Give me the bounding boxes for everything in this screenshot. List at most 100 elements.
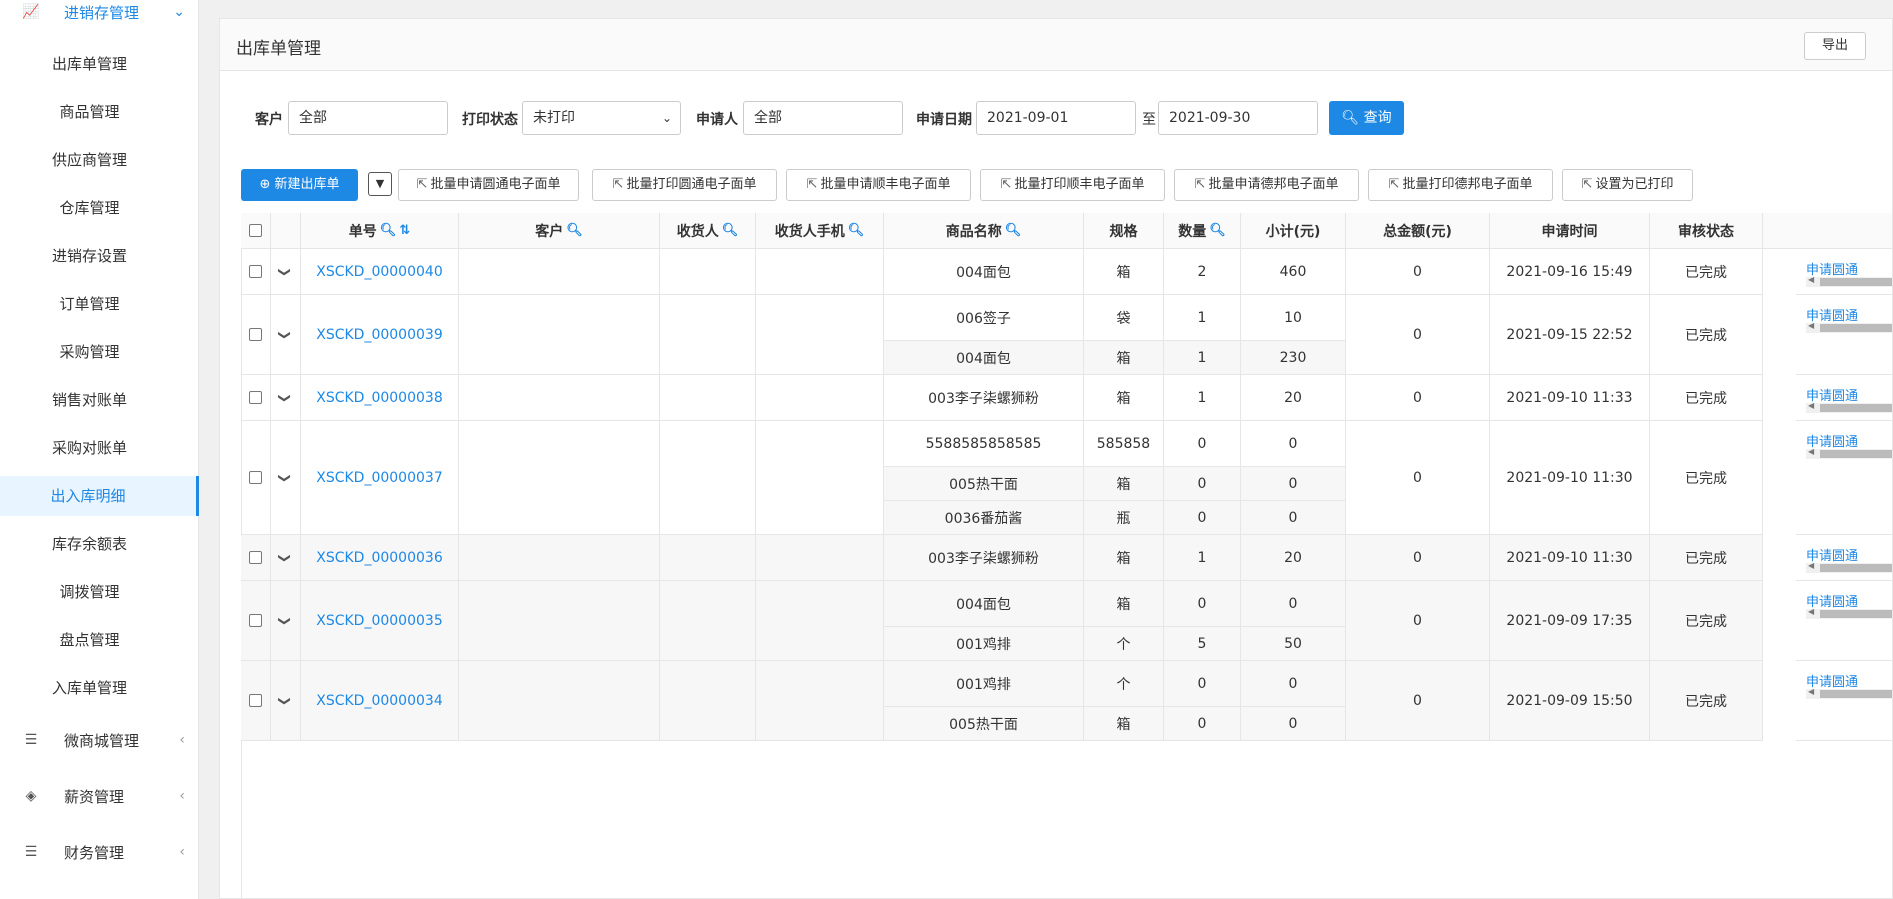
menu-group-salary[interactable]: ◈ 薪资管理 ‹ bbox=[0, 776, 199, 816]
scroll-left-arrow-icon[interactable]: ◀ bbox=[1808, 607, 1814, 616]
row-checkbox[interactable] bbox=[249, 551, 262, 564]
scroll-left-arrow-icon[interactable]: ◀ bbox=[1808, 447, 1814, 456]
horizontal-scrollbar[interactable]: ◀ bbox=[1806, 321, 1892, 333]
search-icon[interactable]: 🔍︎ bbox=[848, 223, 865, 238]
sidebar-item[interactable]: 进销存设置 bbox=[0, 236, 199, 276]
row-checkbox[interactable] bbox=[249, 328, 262, 341]
row-expand-cell[interactable]: ❯ bbox=[271, 421, 301, 535]
batch-action-button[interactable]: ⇱ 批量申请顺丰电子面单 bbox=[786, 169, 971, 201]
sidebar-item[interactable]: 盘点管理 bbox=[0, 620, 199, 660]
horizontal-scrollbar[interactable]: ◀ bbox=[1806, 687, 1892, 699]
row-checkbox[interactable] bbox=[249, 694, 262, 707]
batch-action-button[interactable]: ⇱ 批量打印德邦电子面单 bbox=[1368, 169, 1553, 201]
sort-icon[interactable]: ⇅ bbox=[399, 223, 410, 238]
customer-filter-input[interactable]: 全部 bbox=[288, 101, 448, 135]
print-status-select[interactable]: 未打印 ⌄ bbox=[522, 101, 681, 135]
chevron-down-icon[interactable]: ❯ bbox=[279, 472, 293, 482]
chevron-down-icon[interactable]: ❯ bbox=[279, 266, 293, 276]
search-icon[interactable]: 🔍︎ bbox=[566, 223, 583, 238]
horizontal-scrollbar[interactable]: ◀ bbox=[1806, 447, 1892, 459]
scrollbar-thumb[interactable] bbox=[1820, 610, 1892, 618]
row-checkbox[interactable] bbox=[249, 614, 262, 627]
sidebar-item[interactable]: 采购对账单 bbox=[0, 428, 199, 468]
select-all-checkbox[interactable] bbox=[241, 213, 271, 249]
menu-group-inventory[interactable]: 📈 进销存管理 ⌄ bbox=[0, 0, 199, 32]
search-icon[interactable]: 🔍︎ bbox=[1209, 223, 1226, 238]
column-header[interactable]: 数量 🔍︎ bbox=[1164, 213, 1241, 249]
row-checkbox-cell[interactable] bbox=[241, 375, 271, 421]
checkbox-box[interactable] bbox=[249, 224, 262, 237]
row-checkbox-cell[interactable] bbox=[241, 535, 271, 581]
scroll-left-arrow-icon[interactable]: ◀ bbox=[1808, 275, 1814, 284]
sidebar-item[interactable]: 调拨管理 bbox=[0, 572, 199, 612]
order-number-link[interactable]: XSCKD_00000037 bbox=[301, 421, 459, 535]
batch-action-button[interactable]: ⇱ 批量打印圆通电子面单 bbox=[592, 169, 777, 201]
batch-action-button[interactable]: ⇱ 设置为已打印 bbox=[1562, 169, 1693, 201]
row-expand-cell[interactable]: ❯ bbox=[271, 249, 301, 295]
horizontal-scrollbar[interactable]: ◀ bbox=[1806, 275, 1892, 287]
search-icon[interactable]: 🔍︎ bbox=[1005, 223, 1022, 238]
scrollbar-thumb[interactable] bbox=[1820, 564, 1892, 572]
sidebar-item[interactable]: 出入库明细 bbox=[0, 476, 199, 516]
horizontal-scrollbar[interactable]: ◀ bbox=[1806, 401, 1892, 413]
order-number-link[interactable]: XSCKD_00000036 bbox=[301, 535, 459, 581]
column-header[interactable]: 商品名称 🔍︎ bbox=[884, 213, 1084, 249]
sidebar-item[interactable]: 商品管理 bbox=[0, 92, 199, 132]
search-icon[interactable]: 🔍︎ bbox=[380, 223, 397, 238]
batch-action-button[interactable]: ⇱ 批量打印顺丰电子面单 bbox=[980, 169, 1165, 201]
horizontal-scrollbar[interactable]: ◀ bbox=[1806, 607, 1892, 619]
row-expand-cell[interactable]: ❯ bbox=[271, 581, 301, 661]
order-number-link[interactable]: XSCKD_00000040 bbox=[301, 249, 459, 295]
new-outbound-button[interactable]: ⊕ 新建出库单 bbox=[241, 169, 358, 201]
chevron-down-icon[interactable]: ❯ bbox=[279, 392, 293, 402]
sidebar-item[interactable]: 供应商管理 bbox=[0, 140, 199, 180]
search-icon[interactable]: 🔍︎ bbox=[722, 223, 739, 238]
scroll-left-arrow-icon[interactable]: ◀ bbox=[1808, 687, 1814, 696]
column-header[interactable]: 收货人手机 🔍︎ bbox=[756, 213, 884, 249]
date-to-input[interactable]: 2021-09-30 bbox=[1158, 101, 1318, 135]
scroll-left-arrow-icon[interactable]: ◀ bbox=[1808, 401, 1814, 410]
row-expand-cell[interactable]: ❯ bbox=[271, 295, 301, 375]
chevron-down-icon[interactable]: ❯ bbox=[279, 552, 293, 562]
scrollbar-thumb[interactable] bbox=[1820, 404, 1892, 412]
scrollbar-thumb[interactable] bbox=[1820, 324, 1892, 332]
scrollbar-thumb[interactable] bbox=[1820, 450, 1892, 458]
row-checkbox-cell[interactable] bbox=[241, 661, 271, 741]
row-checkbox[interactable] bbox=[249, 265, 262, 278]
chevron-down-icon[interactable]: ❯ bbox=[279, 695, 293, 705]
column-header[interactable]: 客户 🔍︎ bbox=[459, 213, 660, 249]
menu-group-finance[interactable]: ☰ 财务管理 ‹ bbox=[0, 832, 199, 872]
row-checkbox-cell[interactable] bbox=[241, 295, 271, 375]
sidebar-item[interactable]: 销售对账单 bbox=[0, 380, 199, 420]
sidebar-item[interactable]: 库存余额表 bbox=[0, 524, 199, 564]
date-from-input[interactable]: 2021-09-01 bbox=[976, 101, 1136, 135]
scroll-left-arrow-icon[interactable]: ◀ bbox=[1808, 321, 1814, 330]
more-dropdown-button[interactable]: ▼ bbox=[368, 172, 392, 196]
column-header[interactable]: 收货人 🔍︎ bbox=[660, 213, 756, 249]
row-checkbox-cell[interactable] bbox=[241, 249, 271, 295]
column-header[interactable]: 单号 🔍︎ ⇅ bbox=[301, 213, 459, 249]
row-expand-cell[interactable]: ❯ bbox=[271, 535, 301, 581]
scrollbar-thumb[interactable] bbox=[1820, 278, 1892, 286]
horizontal-scrollbar[interactable]: ◀ bbox=[1806, 561, 1892, 573]
sidebar-item[interactable]: 仓库管理 bbox=[0, 188, 199, 228]
row-checkbox-cell[interactable] bbox=[241, 581, 271, 661]
row-expand-cell[interactable]: ❯ bbox=[271, 375, 301, 421]
chevron-down-icon[interactable]: ❯ bbox=[279, 329, 293, 339]
order-number-link[interactable]: XSCKD_00000034 bbox=[301, 661, 459, 741]
batch-action-button[interactable]: ⇱ 批量申请德邦电子面单 bbox=[1174, 169, 1359, 201]
row-checkbox[interactable] bbox=[249, 471, 262, 484]
row-checkbox[interactable] bbox=[249, 391, 262, 404]
row-checkbox-cell[interactable] bbox=[241, 421, 271, 535]
chevron-down-icon[interactable]: ❯ bbox=[279, 615, 293, 625]
sidebar-item[interactable]: 采购管理 bbox=[0, 332, 199, 372]
query-button[interactable]: 🔍︎ 查询 bbox=[1329, 101, 1404, 135]
menu-group-mall[interactable]: ☰ 微商城管理 ‹ bbox=[0, 720, 199, 760]
scroll-left-arrow-icon[interactable]: ◀ bbox=[1808, 561, 1814, 570]
export-button[interactable]: 导出 bbox=[1804, 32, 1866, 60]
order-number-link[interactable]: XSCKD_00000035 bbox=[301, 581, 459, 661]
sidebar-item[interactable]: 出库单管理 bbox=[0, 44, 199, 84]
scrollbar-thumb[interactable] bbox=[1820, 690, 1892, 698]
applicant-filter-input[interactable]: 全部 bbox=[743, 101, 903, 135]
order-number-link[interactable]: XSCKD_00000038 bbox=[301, 375, 459, 421]
